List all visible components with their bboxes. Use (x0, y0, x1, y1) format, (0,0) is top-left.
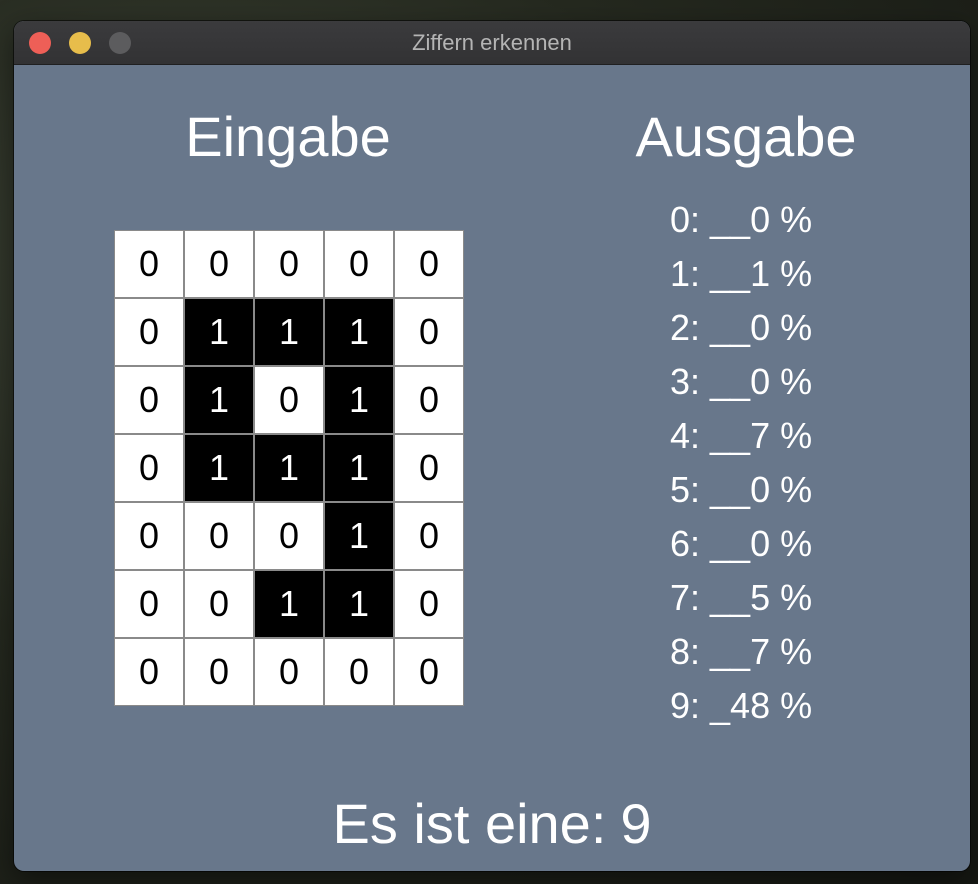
grid-cell[interactable]: 0 (114, 570, 184, 638)
grid-cell[interactable]: 0 (254, 366, 324, 434)
grid-cell[interactable]: 0 (184, 638, 254, 706)
grid-cell[interactable]: 1 (324, 366, 394, 434)
grid-cell[interactable]: 0 (254, 502, 324, 570)
probability-row: 0: __0 % (670, 199, 813, 240)
grid-cell[interactable]: 1 (254, 434, 324, 502)
probability-row: 8: __7 % (670, 631, 813, 672)
result-label: Es ist eine: (332, 792, 607, 855)
probability-row: 5: __0 % (670, 469, 813, 510)
grid-cell[interactable]: 0 (114, 434, 184, 502)
grid-cell[interactable]: 0 (394, 570, 464, 638)
probability-row: 4: __7 % (670, 415, 813, 456)
grid-cell[interactable]: 0 (114, 366, 184, 434)
grid-cell[interactable]: 1 (184, 434, 254, 502)
input-heading: Eingabe (185, 105, 391, 168)
grid-cell[interactable]: 0 (324, 230, 394, 298)
output-heading: Ausgabe (635, 105, 857, 168)
grid-cell[interactable]: 1 (184, 366, 254, 434)
grid-cell[interactable]: 0 (394, 638, 464, 706)
probability-row: 1: __1 % (670, 253, 813, 294)
grid-cell[interactable]: 1 (324, 502, 394, 570)
grid-cell[interactable]: 0 (114, 502, 184, 570)
grid-cell[interactable]: 0 (394, 230, 464, 298)
grid-cell[interactable]: 1 (254, 298, 324, 366)
grid-cell[interactable]: 1 (324, 434, 394, 502)
input-pixel-grid: 00000011100101001110000100011000000 (114, 230, 464, 706)
probability-row: 7: __5 % (670, 577, 813, 618)
title-bar[interactable]: Ziffern erkennen (14, 21, 970, 65)
window-title: Ziffern erkennen (412, 30, 572, 55)
grid-cell[interactable]: 0 (394, 502, 464, 570)
grid-cell[interactable]: 1 (324, 570, 394, 638)
probability-row: 2: __0 % (670, 307, 813, 348)
probability-row: 3: __0 % (670, 361, 813, 402)
grid-cell[interactable]: 1 (324, 298, 394, 366)
probability-list: 0: __0 % 1: __1 % 2: __0 % 3: __0 % 4: __7 %… (670, 193, 910, 733)
grid-cell[interactable]: 0 (184, 502, 254, 570)
grid-cell[interactable]: 0 (324, 638, 394, 706)
grid-cell[interactable]: 0 (394, 434, 464, 502)
app-window: Ziffern erkennen Eingabe Ausgabe 0000001… (14, 21, 970, 871)
probability-row: 6: __0 % (670, 523, 813, 564)
grid-cell[interactable]: 0 (114, 230, 184, 298)
result-line: Es ist eine: 9 (14, 789, 970, 859)
grid-cell[interactable]: 0 (114, 298, 184, 366)
result-value: 9 (620, 792, 652, 855)
grid-cell[interactable]: 0 (394, 366, 464, 434)
probability-row: 9: _48 % (670, 685, 813, 726)
grid-cell[interactable]: 0 (184, 230, 254, 298)
grid-cell[interactable]: 0 (254, 230, 324, 298)
grid-cell[interactable]: 0 (394, 298, 464, 366)
grid-cell[interactable]: 1 (254, 570, 324, 638)
grid-cell[interactable]: 1 (184, 298, 254, 366)
grid-cell[interactable]: 0 (184, 570, 254, 638)
grid-cell[interactable]: 0 (254, 638, 324, 706)
grid-cell[interactable]: 0 (114, 638, 184, 706)
